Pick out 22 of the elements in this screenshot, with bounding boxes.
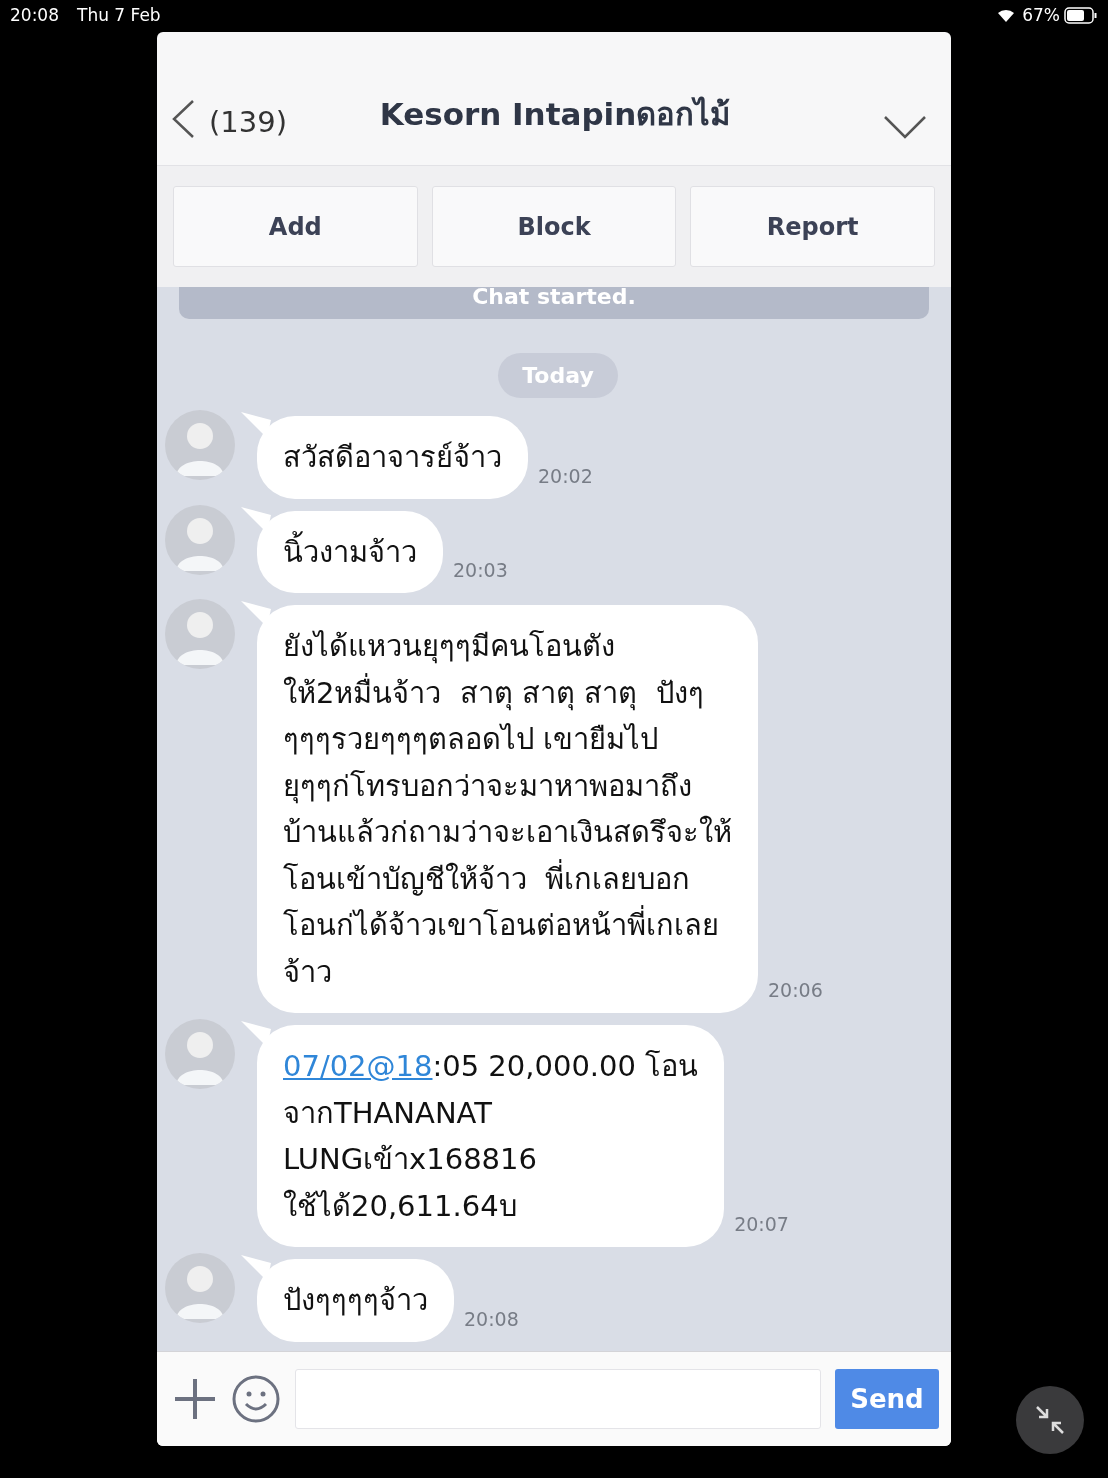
wifi-icon (996, 7, 1017, 23)
status-date: Thu 7 Feb (77, 5, 161, 25)
chat-started-notice: Chat started. (179, 287, 929, 319)
action-button[interactable]: Report (690, 186, 935, 267)
unread-count: (139) (209, 105, 287, 139)
chat-title: Kesorn Intapinดอกไม้ (378, 95, 732, 134)
message-input[interactable] (295, 1369, 821, 1429)
message-time: 20:06 (768, 979, 823, 1001)
message-time: 20:03 (453, 559, 508, 581)
battery-percent: 67% (1022, 5, 1060, 25)
battery-icon (1064, 6, 1098, 24)
smiley-icon[interactable] (231, 1374, 281, 1424)
plus-icon[interactable] (173, 1377, 217, 1421)
chevron-down-icon[interactable] (883, 115, 927, 139)
message-time: 20:02 (538, 464, 593, 487)
date-link[interactable]: 07/02@18 (283, 1049, 433, 1083)
message-time: 20:07 (734, 1213, 789, 1235)
status-time: 20:08 (10, 5, 59, 25)
action-button[interactable]: Block (431, 186, 677, 267)
message-time: 20:08 (464, 1307, 519, 1330)
action-button[interactable]: Add (173, 186, 418, 267)
back-icon[interactable] (171, 99, 195, 139)
